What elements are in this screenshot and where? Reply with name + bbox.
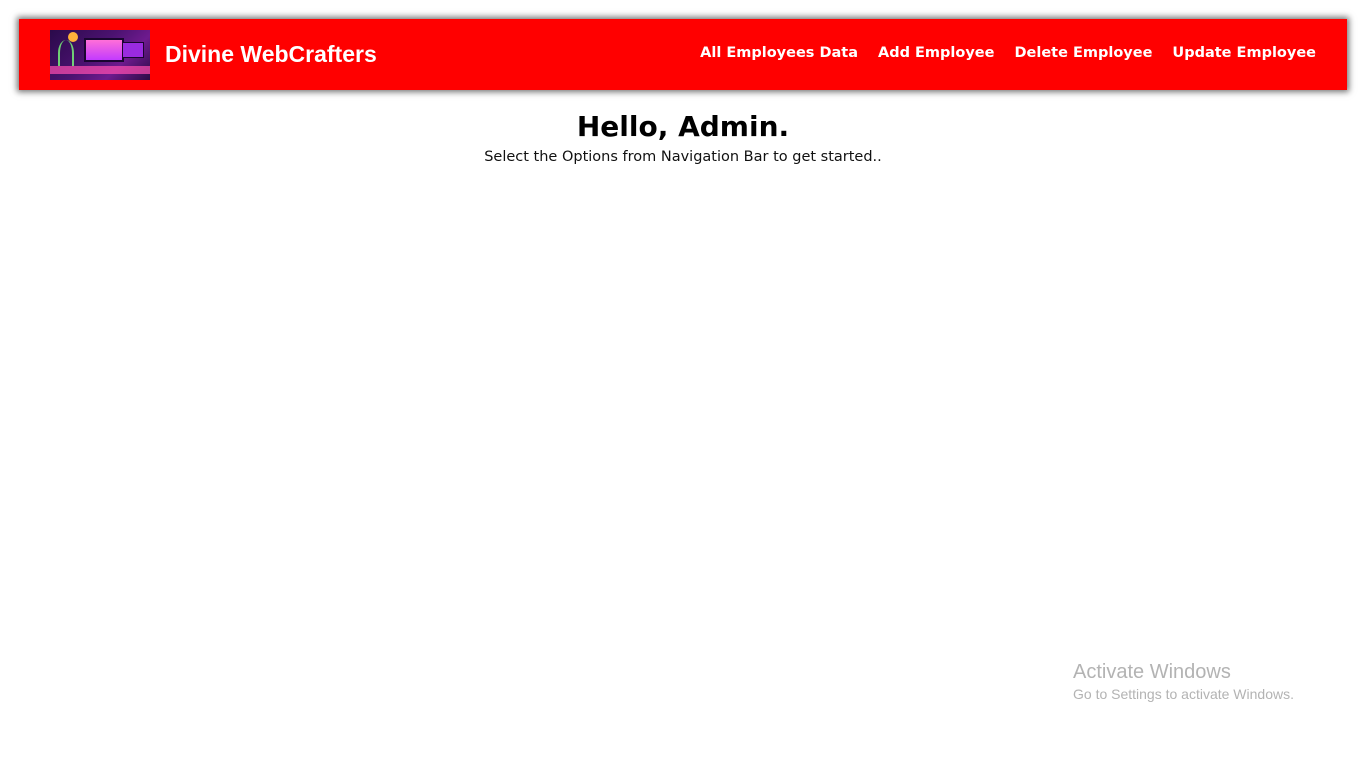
nav-link-delete-employee[interactable]: Delete Employee: [1014, 45, 1152, 61]
getting-started-text: Select the Options from Navigation Bar t…: [484, 149, 882, 165]
logo-monitor-icon: [84, 38, 124, 62]
watermark-subtitle: Go to Settings to activate Windows.: [1073, 686, 1294, 702]
logo-desk: [50, 66, 150, 74]
nav-link-update-employee[interactable]: Update Employee: [1172, 45, 1316, 61]
watermark-title: Activate Windows: [1073, 661, 1231, 683]
activate-windows-watermark: Activate Windows Go to Settings to activ…: [1073, 660, 1294, 704]
greeting-heading: Hello, Admin.: [576, 110, 790, 143]
logo-plant-icon: [58, 40, 74, 66]
nav-link-all-employees-data[interactable]: All Employees Data: [700, 45, 858, 61]
brand-name[interactable]: Divine WebCrafters: [165, 41, 377, 68]
nav-links: All Employees Data Add Employee Delete E…: [700, 45, 1316, 61]
logo-second-monitor-icon: [122, 42, 144, 58]
nav-link-add-employee[interactable]: Add Employee: [878, 45, 994, 61]
top-navbar: Divine WebCrafters All Employees Data Ad…: [19, 19, 1347, 90]
brand-logo-image[interactable]: [50, 30, 150, 80]
